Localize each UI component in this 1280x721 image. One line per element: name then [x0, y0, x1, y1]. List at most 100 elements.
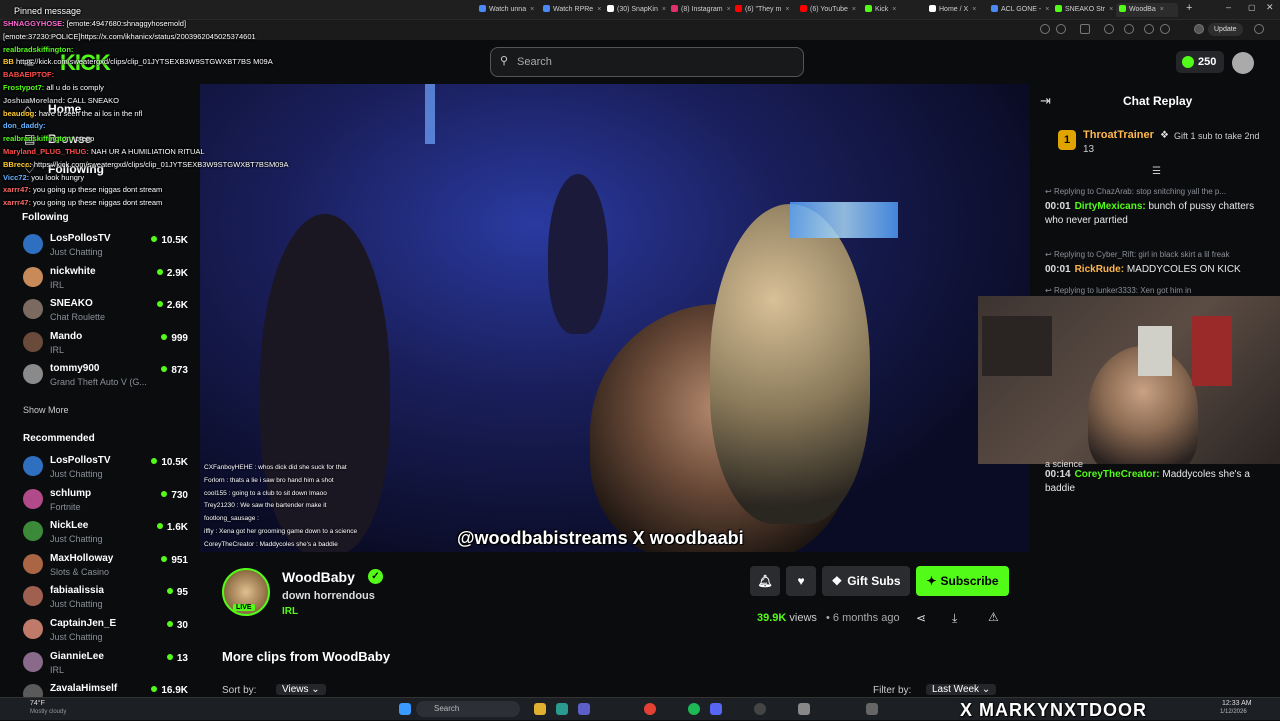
notification-bell-button[interactable]: 🔔︎: [750, 566, 780, 596]
sort-dropdown[interactable]: Views ⌄: [276, 684, 326, 695]
nav-browse[interactable]: Browse: [48, 132, 91, 146]
share-icon[interactable]: ⋖: [916, 611, 926, 625]
download-icon[interactable]: ⤓: [952, 611, 957, 626]
reply-icon: ↩: [1045, 187, 1054, 196]
webcam-overlay: [978, 296, 1280, 464]
subscribe-button[interactable]: ✦ Subscribe: [916, 566, 1009, 596]
close-window-icon[interactable]: ✕: [1266, 2, 1274, 13]
gift-subs-button[interactable]: ❖ Gift Subs: [822, 566, 910, 596]
obs-icon[interactable]: [754, 703, 766, 715]
filter-label: Filter by:: [873, 685, 912, 696]
chrome-icon[interactable]: [644, 703, 656, 715]
tab-close-icon[interactable]: ×: [785, 6, 789, 13]
hamburger-menu-icon[interactable]: ≡: [26, 54, 34, 70]
filter-dropdown[interactable]: Last Week ⌄: [926, 684, 997, 695]
channel-row[interactable]: schlump Fortnite 730: [23, 487, 188, 517]
extension-icon[interactable]: [1144, 24, 1154, 34]
extension-icon[interactable]: [1104, 24, 1114, 34]
channel-category: Just Chatting: [50, 534, 103, 545]
tab-close-icon[interactable]: ×: [1045, 6, 1049, 13]
streamer-name[interactable]: WoodBaby: [282, 569, 355, 585]
browser-tab[interactable]: (6) YouTube ×: [797, 3, 859, 17]
user-avatar[interactable]: [1232, 52, 1254, 74]
video-chat-line: Trey21230 : We saw the bartender make it: [204, 502, 327, 510]
star-icon[interactable]: [1080, 24, 1090, 34]
dancer-figure: [548, 174, 608, 334]
browser-tab[interactable]: Watch RPRe ×: [540, 3, 602, 17]
channel-row[interactable]: fabiaalissia Just Chatting 95: [23, 584, 188, 614]
channel-row[interactable]: LosPollosTV Just Chatting 10.5K: [23, 232, 188, 262]
extension-icon[interactable]: [1160, 24, 1170, 34]
profile-icon[interactable]: [1194, 24, 1204, 34]
translate-icon[interactable]: [1056, 24, 1066, 34]
channel-row[interactable]: tommy900 Grand Theft Auto V (G... 873: [23, 362, 188, 392]
tab-close-icon[interactable]: ×: [662, 6, 666, 13]
browser-tab[interactable]: (6) "They m ×: [732, 3, 794, 17]
zoom-icon[interactable]: [1040, 24, 1050, 34]
browser-tab[interactable]: ACL GONE - ×: [988, 3, 1050, 17]
channel-row[interactable]: GiannieLee IRL 13: [23, 650, 188, 680]
channel-row[interactable]: NickLee Just Chatting 1.6K: [23, 519, 188, 549]
verified-icon: ✓: [368, 569, 383, 584]
tab-close-icon[interactable]: ×: [972, 6, 976, 13]
category-link[interactable]: IRL: [282, 606, 298, 617]
browser-tab[interactable]: WoodBa ×: [1116, 3, 1178, 17]
channel-row[interactable]: SNEAKO Chat Roulette 2.6K: [23, 297, 188, 327]
browser-tab[interactable]: SNEAKO Str ×: [1052, 3, 1114, 17]
tab-label: Watch RPRe: [553, 6, 594, 13]
video-player[interactable]: CXFanboyHEHE : whos dick did she suck fo…: [200, 84, 1030, 552]
app-icon[interactable]: [866, 703, 878, 715]
nav-following[interactable]: Following: [48, 162, 104, 176]
viewer-count: 873: [161, 365, 188, 376]
follow-heart-button[interactable]: ♥: [786, 566, 816, 596]
collapse-chat-icon[interactable]: ⇥: [1040, 93, 1051, 109]
windows-start-icon[interactable]: [399, 703, 411, 715]
menu-icon[interactable]: [1254, 24, 1264, 34]
minimize-icon[interactable]: –: [1226, 2, 1231, 12]
message-username[interactable]: CoreyTheCreator:: [1075, 469, 1160, 480]
app-icon[interactable]: [798, 703, 810, 715]
channel-row[interactable]: MaxHolloway Slots & Casino 951: [23, 552, 188, 582]
file-explorer-icon[interactable]: [534, 703, 546, 715]
channel-row[interactable]: LosPollosTV Just Chatting 10.5K: [23, 454, 188, 484]
show-more-link[interactable]: Show More: [23, 405, 69, 415]
tab-close-icon[interactable]: ×: [852, 6, 856, 13]
video-watermark: @woodbabistreams X woodbaabi: [457, 528, 744, 548]
tab-close-icon[interactable]: ×: [727, 6, 730, 13]
browser-tab[interactable]: Kick ×: [862, 3, 924, 17]
message-username[interactable]: RickRude:: [1075, 264, 1124, 275]
browser-tab[interactable]: (8) Instagram ×: [668, 3, 730, 17]
browser-tab[interactable]: (30) SnapKin ×: [604, 3, 666, 17]
tab-favicon-icon: [800, 5, 807, 12]
channel-row[interactable]: CaptainJen_E Just Chatting 30: [23, 617, 188, 647]
new-tab-icon[interactable]: +: [1186, 2, 1192, 14]
browser-tab[interactable]: Watch unna ×: [476, 3, 538, 17]
channel-row[interactable]: nickwhite IRL 2.9K: [23, 265, 188, 295]
clock-date: 1/12/2026: [1220, 709, 1247, 715]
message-time: 00:01: [1045, 264, 1071, 275]
teams-icon[interactable]: [578, 703, 590, 715]
maximize-icon[interactable]: ▢: [1248, 3, 1256, 12]
chat-filter-icon[interactable]: ☰: [1152, 166, 1161, 177]
kick-logo[interactable]: KICK: [60, 50, 111, 76]
update-button[interactable]: Update: [1208, 23, 1243, 36]
search-input[interactable]: ⚲ Search: [490, 47, 804, 77]
edge-icon[interactable]: [556, 703, 568, 715]
points-badge[interactable]: 250: [1176, 51, 1224, 73]
extension-icon[interactable]: [1124, 24, 1134, 34]
channel-row[interactable]: Mando IRL 999: [23, 330, 188, 360]
message-text: MADDYCOLES ON KICK: [1126, 264, 1241, 275]
report-icon[interactable]: ⚠: [988, 610, 999, 624]
avatar: [23, 234, 43, 254]
spotify-icon[interactable]: [688, 703, 700, 715]
nav-home[interactable]: Home: [48, 102, 81, 116]
discord-icon[interactable]: [710, 703, 722, 715]
message-username[interactable]: DirtyMexicans:: [1075, 201, 1146, 212]
taskbar-search[interactable]: Search: [416, 701, 520, 717]
tab-close-icon[interactable]: ×: [530, 6, 534, 13]
tab-close-icon[interactable]: ×: [892, 6, 896, 13]
browser-tab[interactable]: Home / X ×: [926, 3, 988, 17]
tab-close-icon[interactable]: ×: [1160, 6, 1164, 13]
tab-close-icon[interactable]: ×: [597, 6, 601, 13]
tab-close-icon[interactable]: ×: [1109, 6, 1113, 13]
